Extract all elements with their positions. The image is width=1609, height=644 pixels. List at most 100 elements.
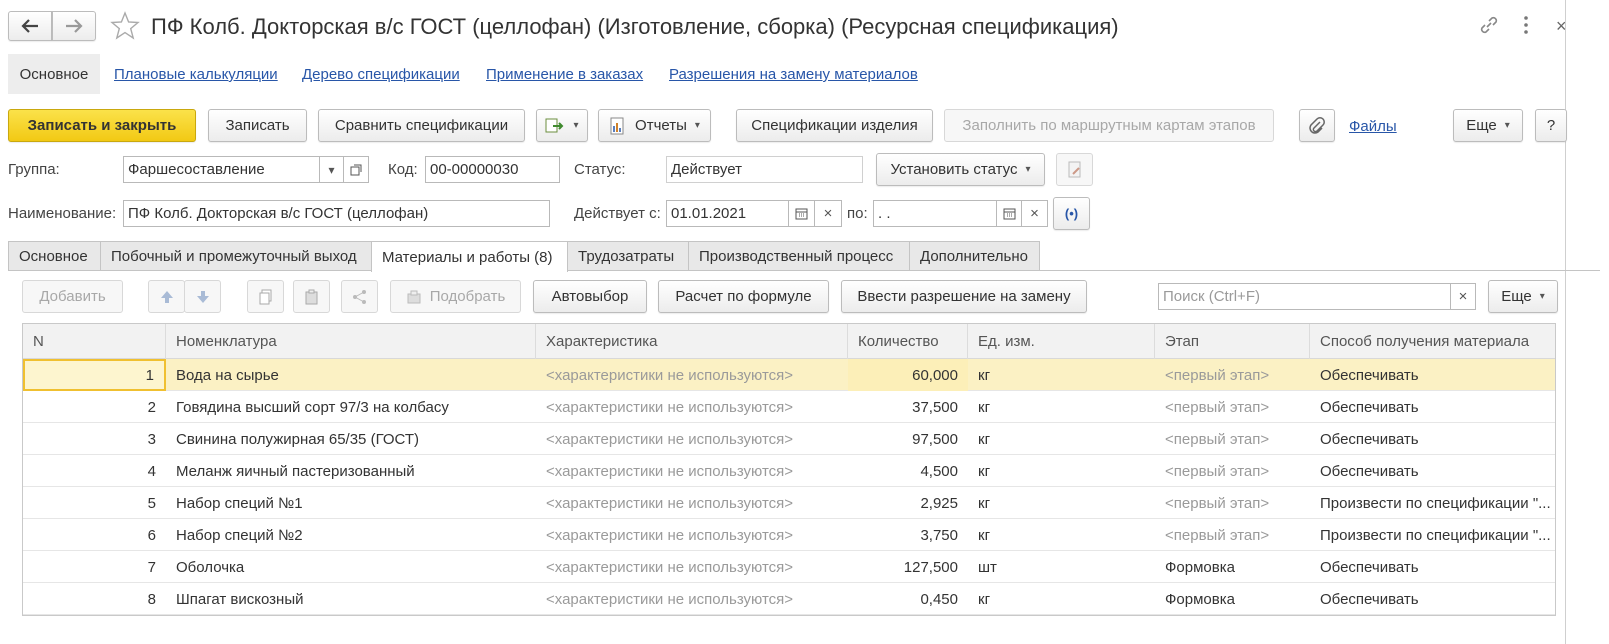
- nav-link-planned-calc[interactable]: Плановые калькуляции: [114, 66, 278, 83]
- favorite-star-icon[interactable]: [110, 11, 140, 45]
- column-header-quantity[interactable]: Количество: [848, 324, 968, 359]
- name-input[interactable]: ПФ Колб. Докторская в/с ГОСТ (целлофан): [123, 200, 550, 227]
- table-row[interactable]: 6 Набор специй №2 <характеристики не испол…: [23, 519, 1555, 551]
- cell-quantity[interactable]: 0,450: [848, 583, 968, 615]
- cell-method[interactable]: Произвести по спецификации "...: [1310, 519, 1557, 551]
- cell-unit[interactable]: кг: [968, 423, 1155, 455]
- paste-button[interactable]: [293, 280, 330, 313]
- column-header-stage[interactable]: Этап: [1155, 324, 1310, 359]
- valid-to-calendar-button[interactable]: [996, 200, 1022, 227]
- set-status-button[interactable]: Установить статус ▾: [876, 153, 1045, 186]
- cell-quantity[interactable]: 60,000: [848, 359, 968, 391]
- cell-unit[interactable]: кг: [968, 519, 1155, 551]
- cell-method[interactable]: Обеспечивать: [1310, 455, 1557, 487]
- table-row[interactable]: 4 Меланж яичный пастеризованный <характери…: [23, 455, 1555, 487]
- move-up-button[interactable]: [148, 280, 185, 313]
- cell-nomenclature[interactable]: Меланж яичный пастеризованный: [166, 455, 536, 487]
- fill-by-route-cards-button[interactable]: Заполнить по маршрутным картам этапов: [944, 109, 1274, 142]
- cell-n[interactable]: 2: [23, 391, 166, 423]
- add-row-button[interactable]: Добавить: [22, 280, 123, 313]
- cell-method[interactable]: Обеспечивать: [1310, 583, 1557, 615]
- column-header-nomenclature[interactable]: Номенклатура: [166, 324, 536, 359]
- cell-stage[interactable]: <первый этап>: [1155, 487, 1310, 519]
- cell-nomenclature[interactable]: Говядина высший сорт 97/3 на колбасу: [166, 391, 536, 423]
- cell-method[interactable]: Произвести по спецификации "...: [1310, 487, 1557, 519]
- cell-quantity[interactable]: 97,500: [848, 423, 968, 455]
- link-icon[interactable]: [1478, 14, 1500, 40]
- valid-from-calendar-button[interactable]: [788, 200, 815, 227]
- calc-by-formula-button[interactable]: Расчет по формуле: [658, 280, 829, 313]
- copy-button[interactable]: [247, 280, 284, 313]
- tab-additional[interactable]: Дополнительно: [909, 241, 1040, 271]
- tab-materials[interactable]: Материалы и работы (8): [371, 241, 568, 272]
- forward-button[interactable]: [52, 11, 96, 41]
- tab-main[interactable]: Основное: [8, 241, 101, 271]
- column-header-characteristic[interactable]: Характеристика: [536, 324, 848, 359]
- back-button[interactable]: [8, 11, 52, 41]
- autoselect-button[interactable]: Автовыбор: [533, 280, 647, 313]
- table-row[interactable]: 3 Свинина полужирная 65/35 (ГОСТ) <характе…: [23, 423, 1555, 455]
- files-link[interactable]: Файлы: [1349, 118, 1397, 135]
- cell-stage[interactable]: <первый этап>: [1155, 359, 1310, 391]
- kebab-menu-icon[interactable]: [1522, 14, 1530, 40]
- column-header-unit[interactable]: Ед. изм.: [968, 324, 1155, 359]
- cell-characteristic[interactable]: <характеристики не используются>: [536, 423, 848, 455]
- share-button[interactable]: [341, 280, 378, 313]
- cell-method[interactable]: Обеспечивать: [1310, 423, 1557, 455]
- cell-nomenclature[interactable]: Оболочка: [166, 551, 536, 583]
- cell-unit[interactable]: кг: [968, 391, 1155, 423]
- nav-link-spec-tree[interactable]: Дерево спецификации: [302, 66, 460, 83]
- column-header-n[interactable]: N: [23, 324, 166, 359]
- cell-characteristic[interactable]: <характеристики не используются>: [536, 583, 848, 615]
- cell-n[interactable]: 7: [23, 551, 166, 583]
- pick-button[interactable]: Подобрать: [390, 280, 521, 313]
- tab-labor[interactable]: Трудозатраты: [567, 241, 689, 271]
- attach-button[interactable]: [1299, 109, 1335, 142]
- cell-n[interactable]: 4: [23, 455, 166, 487]
- cell-quantity[interactable]: 4,500: [848, 455, 968, 487]
- cell-characteristic[interactable]: <характеристики не используются>: [536, 391, 848, 423]
- more-button[interactable]: Еще ▾: [1453, 109, 1523, 142]
- cell-nomenclature[interactable]: Шпагат вискозный: [166, 583, 536, 615]
- table-row[interactable]: 8 Шпагат вискозный <характеристики не испо…: [23, 583, 1555, 615]
- cell-quantity[interactable]: 2,925: [848, 487, 968, 519]
- cell-method[interactable]: Обеспечивать: [1310, 391, 1557, 423]
- cell-characteristic[interactable]: <характеристики не используются>: [536, 455, 848, 487]
- cell-characteristic[interactable]: <характеристики не используются>: [536, 487, 848, 519]
- group-dropdown-button[interactable]: ▾: [319, 156, 344, 183]
- compare-specs-button[interactable]: Сравнить спецификации: [318, 109, 525, 142]
- nav-link-usage-orders[interactable]: Применение в заказах: [486, 66, 643, 83]
- cell-unit[interactable]: кг: [968, 359, 1155, 391]
- cell-stage[interactable]: <первый этап>: [1155, 455, 1310, 487]
- valid-from-input[interactable]: 01.01.2021: [666, 200, 789, 227]
- move-down-button[interactable]: [184, 280, 221, 313]
- cell-unit[interactable]: кг: [968, 583, 1155, 615]
- tab-production-process[interactable]: Производственный процесс: [688, 241, 910, 271]
- cell-method[interactable]: Обеспечивать: [1310, 359, 1557, 391]
- cell-characteristic[interactable]: <характеристики не используются>: [536, 551, 848, 583]
- table-row[interactable]: 7 Оболочка <характеристики не используются…: [23, 551, 1555, 583]
- code-input[interactable]: 00-00000030: [425, 156, 560, 183]
- cell-stage[interactable]: <первый этап>: [1155, 391, 1310, 423]
- cell-n[interactable]: 6: [23, 519, 166, 551]
- valid-from-clear-button[interactable]: ×: [814, 200, 842, 227]
- tab-byproduct[interactable]: Побочный и промежуточный выход: [100, 241, 372, 271]
- period-toggle-button[interactable]: (•): [1053, 197, 1090, 230]
- cell-method[interactable]: Обеспечивать: [1310, 551, 1557, 583]
- table-row[interactable]: 1 Вода на сырье <характеристики не использ…: [23, 359, 1555, 391]
- cell-quantity[interactable]: 37,500: [848, 391, 968, 423]
- table-row[interactable]: 2 Говядина высший сорт 97/3 на колбасу <ха…: [23, 391, 1555, 423]
- cell-stage[interactable]: Формовка: [1155, 551, 1310, 583]
- status-history-button[interactable]: [1056, 153, 1093, 186]
- nav-link-replacement-permissions[interactable]: Разрешения на замену материалов: [669, 66, 918, 83]
- item-specs-button[interactable]: Спецификации изделия: [736, 109, 933, 142]
- help-button[interactable]: ?: [1535, 109, 1567, 142]
- search-input[interactable]: Поиск (Ctrl+F): [1158, 283, 1451, 310]
- enter-replacement-button[interactable]: Ввести разрешение на замену: [841, 280, 1087, 313]
- cell-unit[interactable]: кг: [968, 487, 1155, 519]
- cell-nomenclature[interactable]: Вода на сырье: [166, 359, 536, 391]
- cell-characteristic[interactable]: <характеристики не используются>: [536, 359, 848, 391]
- cell-quantity[interactable]: 3,750: [848, 519, 968, 551]
- search-clear-button[interactable]: ×: [1450, 283, 1476, 310]
- cell-n[interactable]: 1: [23, 359, 166, 391]
